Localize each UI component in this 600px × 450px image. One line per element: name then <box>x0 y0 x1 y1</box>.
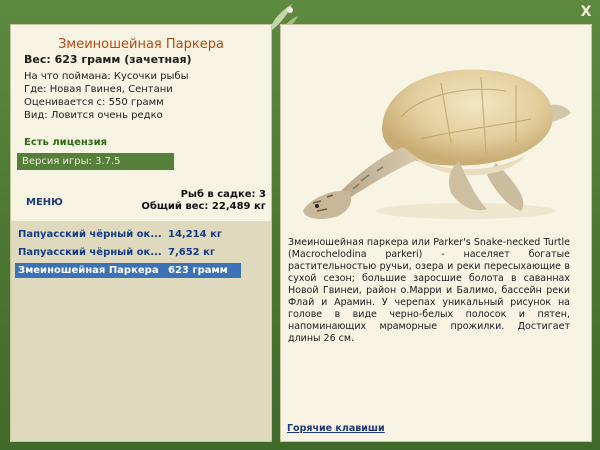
license-status: Есть лицензия <box>24 137 108 148</box>
catch-weight: 7,652 кг <box>168 247 216 258</box>
list-item[interactable]: Папуасский чёрный ок... 7,652 кг <box>15 245 241 260</box>
hotkeys-link[interactable]: Горячие клавиши <box>287 423 385 434</box>
cage-total-weight: Общий вес: 22,489 кг <box>141 201 266 212</box>
info-bait: На что поймана: Кусочки рыбы <box>24 71 189 82</box>
catch-weight: 623 грамм <box>168 265 228 276</box>
list-item-selected[interactable]: Змеиношейная Паркера 623 грамм <box>15 263 241 278</box>
info-rarity: Вид: Ловится очень редко <box>24 110 163 121</box>
fish-title: Змеиношейная Паркера <box>58 37 224 52</box>
fish-info-panel: Змеиношейная Паркера Вес: 623 грамм (зач… <box>10 24 272 442</box>
fish-image-panel: Змеиношейная паркера или Parker's Snake-… <box>280 24 592 442</box>
catch-list: Папуасский чёрный ок... 14,214 кг Папуас… <box>11 221 271 441</box>
fish-description: Змеиношейная паркера или Parker's Snake-… <box>288 237 570 344</box>
turtle-illustration <box>303 69 571 219</box>
fish-weight: Вес: 623 грамм (зачетная) <box>24 53 192 66</box>
catch-name: Папуасский чёрный ок... <box>18 247 162 258</box>
version-bar: Версия игры: 3.7.5 <box>17 153 174 170</box>
close-button[interactable]: X <box>578 4 594 20</box>
menu-button[interactable]: МЕНЮ <box>26 197 63 208</box>
cage-count: Рыб в садке: 3 <box>180 189 266 200</box>
cage-summary: Рыб в садке: 3 Общий вес: 22,489 кг <box>141 189 266 213</box>
catch-weight: 14,214 кг <box>168 229 223 240</box>
info-min-weight: Оценивается с: 550 грамм <box>24 97 164 108</box>
info-location: Где: Новая Гвинея, Сентани <box>24 84 173 95</box>
catch-name: Змеиношейная Паркера <box>18 265 159 276</box>
fish-info-list: На что поймана: Кусочки рыбы Где: Новая … <box>24 70 188 122</box>
list-item[interactable]: Папуасский чёрный ок... 14,214 кг <box>15 227 241 242</box>
catch-name: Папуасский чёрный ок... <box>18 229 162 240</box>
fish-details: Змеиношейная Паркера Вес: 623 грамм (зач… <box>11 25 271 219</box>
